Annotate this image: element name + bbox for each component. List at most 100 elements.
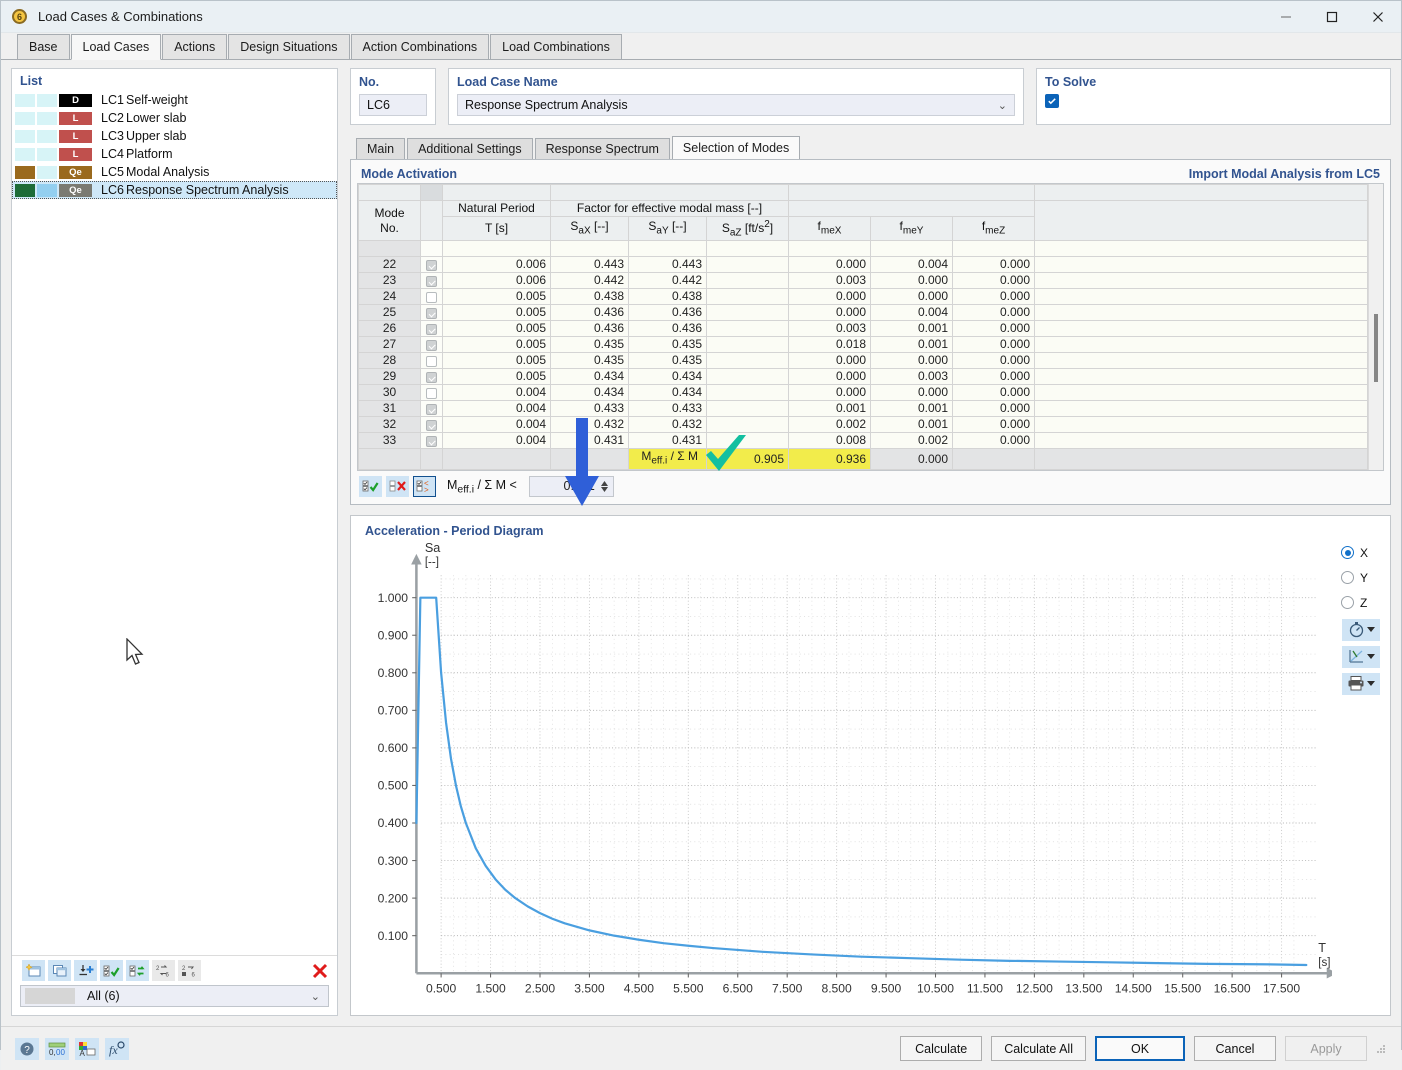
- cell-T[interactable]: 0.005: [443, 353, 551, 369]
- invert-selection-icon[interactable]: [126, 960, 149, 981]
- col-T[interactable]: T [s]: [443, 217, 551, 241]
- new-load-case-icon[interactable]: [22, 960, 45, 981]
- import-modal-analysis-link[interactable]: Import Modal Analysis from LC5: [1189, 167, 1380, 181]
- cell-mode[interactable]: 23: [359, 273, 421, 289]
- cell-mode[interactable]: 29: [359, 369, 421, 385]
- tab-action-combinations[interactable]: Action Combinations: [351, 34, 490, 59]
- diagram-settings-button[interactable]: [1342, 619, 1380, 641]
- cell-T[interactable]: 0.006: [443, 273, 551, 289]
- list-item[interactable]: D LC1 Self-weight: [12, 91, 337, 109]
- cell-active-checkbox[interactable]: [421, 385, 443, 401]
- cell-fmeX[interactable]: 0.002: [789, 417, 871, 433]
- ok-button[interactable]: OK: [1095, 1036, 1185, 1061]
- cell-fmeY[interactable]: 0.001: [871, 417, 953, 433]
- cell-SaY[interactable]: 0.442: [629, 273, 707, 289]
- list-item[interactable]: L LC4 Platform: [12, 145, 337, 163]
- cell-T[interactable]: 0.004: [443, 433, 551, 449]
- cell-mode[interactable]: 28: [359, 353, 421, 369]
- cell-SaY[interactable]: 0.436: [629, 321, 707, 337]
- tab-load-cases[interactable]: Load Cases: [71, 34, 162, 60]
- cell-SaX[interactable]: 0.434: [551, 385, 629, 401]
- copy-load-case-icon[interactable]: [48, 960, 71, 981]
- cell-fmeY[interactable]: 0.000: [871, 273, 953, 289]
- cell-SaZ[interactable]: [707, 385, 789, 401]
- cell-SaY[interactable]: 0.435: [629, 337, 707, 353]
- calculate-button[interactable]: Calculate: [900, 1036, 982, 1061]
- load-case-list[interactable]: D LC1 Self-weight L LC2 Lower slab L LC3: [12, 91, 337, 955]
- col-fmeX[interactable]: fmeX: [789, 217, 871, 241]
- cell-fmeX[interactable]: 0.003: [789, 273, 871, 289]
- col-checkbox[interactable]: [421, 201, 443, 241]
- cell-fmeZ[interactable]: 0.000: [953, 257, 1035, 273]
- cell-T[interactable]: 0.005: [443, 305, 551, 321]
- close-button[interactable]: [1355, 1, 1401, 32]
- cell-SaZ[interactable]: [707, 337, 789, 353]
- resize-grip[interactable]: [1375, 1043, 1387, 1055]
- cell-mode[interactable]: 26: [359, 321, 421, 337]
- cell-SaY[interactable]: 0.431: [629, 433, 707, 449]
- spinner-arrows[interactable]: [601, 481, 608, 492]
- to-solve-checkbox[interactable]: [1045, 94, 1059, 108]
- criterion-value-input[interactable]: 0.001: [529, 476, 614, 497]
- cell-SaX[interactable]: 0.436: [551, 305, 629, 321]
- renumber-icon[interactable]: 26: [152, 960, 175, 981]
- colors-icon[interactable]: A: [75, 1038, 99, 1060]
- cell-active-checkbox[interactable]: [421, 305, 443, 321]
- list-item[interactable]: L LC2 Lower slab: [12, 109, 337, 127]
- cell-active-checkbox[interactable]: [421, 369, 443, 385]
- cell-T[interactable]: 0.004: [443, 417, 551, 433]
- cell-T[interactable]: 0.005: [443, 369, 551, 385]
- cell-fmeZ[interactable]: 0.000: [953, 273, 1035, 289]
- cell-active-checkbox[interactable]: [421, 433, 443, 449]
- cell-SaZ[interactable]: [707, 353, 789, 369]
- radio-y[interactable]: [1341, 571, 1354, 584]
- cell-SaX[interactable]: 0.435: [551, 337, 629, 353]
- chevron-down-icon[interactable]: [1367, 654, 1375, 659]
- maximize-button[interactable]: [1309, 1, 1355, 32]
- cell-fmeX[interactable]: 0.000: [789, 305, 871, 321]
- chevron-down-icon[interactable]: ⌄: [311, 990, 320, 1003]
- cell-fmeY[interactable]: 0.002: [871, 433, 953, 449]
- cell-fmeY[interactable]: 0.000: [871, 353, 953, 369]
- cell-fmeX[interactable]: 0.018: [789, 337, 871, 353]
- cell-SaX[interactable]: 0.442: [551, 273, 629, 289]
- formula-icon[interactable]: fx: [105, 1038, 129, 1060]
- tab-selection-of-modes[interactable]: Selection of Modes: [672, 136, 800, 159]
- col-SaZ[interactable]: SaZ [ft/s2]: [707, 217, 789, 241]
- cell-active-checkbox[interactable]: [421, 337, 443, 353]
- units-icon[interactable]: 0,00: [45, 1038, 69, 1060]
- cell-SaY[interactable]: 0.433: [629, 401, 707, 417]
- acceleration-period-plot[interactable]: Sa[--]T[s]0.1000.2000.3000.4000.5000.600…: [351, 538, 1332, 1016]
- col-natural-period-title[interactable]: Natural Period: [443, 201, 551, 217]
- chevron-down-icon[interactable]: [1367, 627, 1375, 632]
- radio-z[interactable]: [1341, 596, 1354, 609]
- cell-fmeX[interactable]: 0.000: [789, 353, 871, 369]
- col-modal-mass-title[interactable]: [789, 201, 1035, 217]
- cancel-button[interactable]: Cancel: [1194, 1036, 1276, 1061]
- col-SaX[interactable]: SaX [--]: [551, 217, 629, 241]
- cell-fmeY[interactable]: 0.004: [871, 257, 953, 273]
- cell-fmeZ[interactable]: 0.000: [953, 433, 1035, 449]
- cell-fmeX[interactable]: 0.001: [789, 401, 871, 417]
- cell-T[interactable]: 0.006: [443, 257, 551, 273]
- cell-fmeZ[interactable]: 0.000: [953, 369, 1035, 385]
- cell-active-checkbox[interactable]: [421, 273, 443, 289]
- cell-mode[interactable]: 24: [359, 289, 421, 305]
- list-item[interactable]: L LC3 Upper slab: [12, 127, 337, 145]
- cell-active-checkbox[interactable]: [421, 257, 443, 273]
- list-item-selected[interactable]: Qe LC6 Response Spectrum Analysis: [12, 181, 337, 199]
- cell-fmeZ[interactable]: 0.000: [953, 401, 1035, 417]
- cell-SaZ[interactable]: [707, 433, 789, 449]
- tab-response-spectrum[interactable]: Response Spectrum: [535, 138, 670, 159]
- cell-fmeY[interactable]: 0.001: [871, 401, 953, 417]
- cell-fmeY[interactable]: 0.004: [871, 305, 953, 321]
- import-load-case-icon[interactable]: [74, 960, 97, 981]
- cell-mode[interactable]: 32: [359, 417, 421, 433]
- cell-SaY[interactable]: 0.432: [629, 417, 707, 433]
- cell-mode[interactable]: 22: [359, 257, 421, 273]
- cell-SaX[interactable]: 0.443: [551, 257, 629, 273]
- cell-fmeZ[interactable]: 0.000: [953, 417, 1035, 433]
- no-value[interactable]: LC6: [359, 94, 427, 116]
- cell-SaX[interactable]: 0.438: [551, 289, 629, 305]
- cell-SaX[interactable]: 0.434: [551, 369, 629, 385]
